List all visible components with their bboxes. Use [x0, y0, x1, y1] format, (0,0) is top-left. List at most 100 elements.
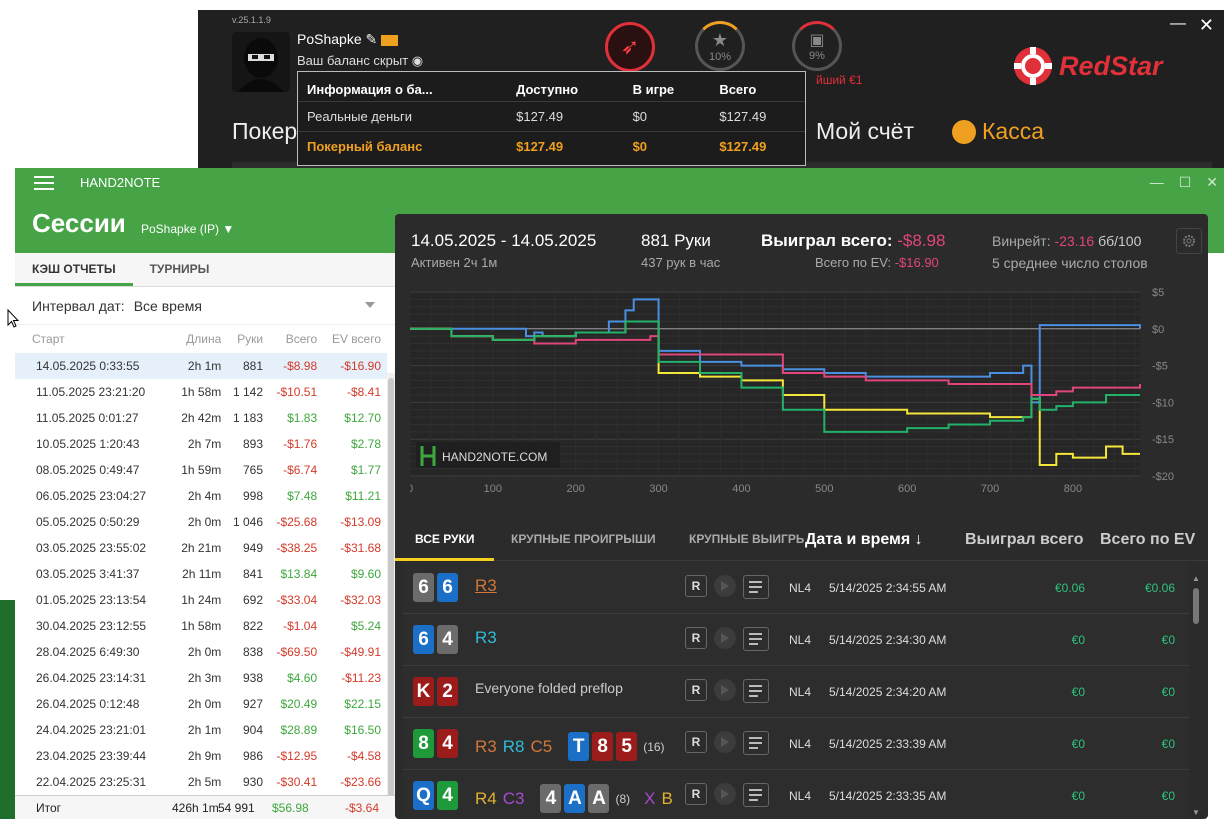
nav-account[interactable]: Мой счёт — [816, 118, 914, 145]
replay-button[interactable]: R — [685, 783, 707, 805]
pot-count: (16) — [643, 739, 665, 754]
action-label: R3 — [475, 628, 497, 647]
interval-label: Интервал дат: — [32, 297, 125, 314]
table-row[interactable]: 26.04.2025 0:12:48 2h 0m 927 $20.49 $22.15 — [15, 691, 387, 717]
table-row[interactable]: 05.05.2025 0:50:29 2h 0m 1 046 -$25.68 -$13.… — [15, 509, 387, 535]
play-icon[interactable] — [714, 679, 736, 701]
play-icon[interactable] — [714, 627, 736, 649]
hand-row[interactable]: 6 6 R3 R NL4 5/14/2025 2:34:55 AM €0.06 €0.06 — [403, 562, 1189, 614]
card: 5 — [616, 732, 638, 761]
maximize-icon[interactable]: ☐ — [1179, 174, 1192, 191]
x-tick-label: 700 — [981, 483, 999, 495]
hand-controls: R — [685, 783, 769, 807]
x-tick-label: 400 — [732, 483, 750, 495]
avatar[interactable] — [232, 32, 290, 92]
col-start[interactable]: Старт — [15, 325, 174, 353]
hand-row[interactable]: 6 4 R3 R NL4 5/14/2025 2:34:30 AM €0 €0 — [403, 614, 1189, 666]
balance-table: Информация о ба... Доступно В игре Всего… — [298, 78, 805, 161]
hand-history-icon[interactable] — [743, 783, 769, 807]
tab-big-wins[interactable]: КРУПНЫЕ ВЫИГРЫ — [689, 519, 804, 561]
col-in-game: В игре — [632, 81, 675, 97]
date-interval[interactable]: Интервал дат: Все время — [15, 287, 395, 325]
hand-row[interactable]: Q 4 R4 C3 4 A A (8) X B R NL4 5/14/2025 2:33:35 AM €0… — [403, 770, 1189, 819]
table-row[interactable]: 11.05.2025 0:01:27 2h 42m 1 183 $1.83 $12.70 — [15, 405, 387, 431]
balance-hidden-label: Ваш баланс скрыт ◉ — [297, 53, 424, 68]
scrollbar[interactable]: ▲ ▼ — [1192, 574, 1200, 819]
table-row[interactable]: 08.05.2025 0:49:47 1h 59m 765 -$6.74 $1.77 — [15, 457, 387, 483]
y-tick-label: $0 — [1152, 324, 1164, 336]
table-row[interactable]: 22.04.2025 23:25:31 2h 5m 930 -$30.41 -$23.6… — [15, 769, 387, 795]
nav-poker[interactable]: Покер — [232, 118, 297, 145]
rocket-icon[interactable]: ➶ — [605, 22, 655, 72]
chevron-down-icon: ▼ — [222, 222, 235, 236]
interval-value: Все время — [133, 297, 202, 314]
table-row[interactable]: 14.05.2025 0:33:55 2h 1m 881 -$8.98 -$16.90 — [15, 353, 387, 379]
table-row[interactable]: 30.04.2025 23:12:55 1h 58m 822 -$1.04 $5.24 — [15, 613, 387, 639]
minimize-icon[interactable]: — — [1170, 15, 1186, 33]
play-icon[interactable] — [714, 731, 736, 753]
tab-tournaments[interactable]: ТУРНИРЫ — [133, 253, 227, 286]
action-label: B — [661, 788, 673, 808]
col-won-total[interactable]: Выиграл всего — [965, 519, 1083, 561]
close-icon[interactable]: ✕ — [1206, 174, 1218, 191]
col-length[interactable]: Длина — [174, 325, 227, 353]
table-row[interactable]: 10.05.2025 1:20:43 2h 7m 893 -$1.76 $2.78 — [15, 431, 387, 457]
tab-all-hands[interactable]: ВСЕ РУКИ — [395, 519, 495, 561]
table-row[interactable]: 03.05.2025 3:41:37 2h 11m 841 $13.84 $9.60 — [15, 561, 387, 587]
hand-history-icon[interactable] — [743, 679, 769, 703]
table-row[interactable]: 01.05.2025 23:13:54 1h 24m 692 -$33.04 -$32.… — [15, 587, 387, 613]
window-controls: — ☐ ✕ — [1150, 174, 1218, 191]
gift-progress[interactable]: ▣ 9% — [792, 21, 842, 71]
player-selector[interactable]: PoShapke (IP) ▼ — [141, 222, 234, 236]
col-date-time[interactable]: Дата и время ↓ — [805, 519, 923, 561]
tab-cash-reports[interactable]: КЭШ ОТЧЕТЫ — [15, 253, 133, 286]
table-row[interactable]: 06.05.2025 23:04:27 2h 4m 998 $7.48 $11.21 — [15, 483, 387, 509]
gift-icon: ▣ — [809, 32, 825, 49]
table-row[interactable]: 03.05.2025 23:55:02 2h 21m 949 -$38.25 -$31.… — [15, 535, 387, 561]
tab-big-losses[interactable]: КРУПНЫЕ ПРОИГРЫШИ — [511, 519, 656, 561]
card: 4 — [437, 781, 458, 810]
replay-button[interactable]: R — [685, 731, 707, 753]
table-row[interactable]: 23.04.2025 23:39:44 2h 9m 986 -$12.95 -$4.58 — [15, 743, 387, 769]
hand-row[interactable]: K 2 Everyone folded preflop R NL4 5/14/2025 2… — [403, 666, 1189, 718]
replay-button[interactable]: R — [685, 627, 707, 649]
minimize-icon[interactable]: — — [1150, 174, 1164, 191]
hand-row[interactable]: 8 4 R3 R8 C5 T 8 5 (16) R NL4 5/14/2025 2:33:39 AM €… — [403, 718, 1189, 770]
winrate: Винрейт: -23.16 бб/100 — [992, 233, 1142, 249]
scrollbar[interactable] — [387, 373, 395, 813]
nav-cashier[interactable]: Касса — [952, 118, 1044, 145]
mail-icon[interactable] — [381, 34, 399, 46]
hand-ev: €0 — [1161, 633, 1175, 647]
table-row[interactable]: 26.04.2025 23:14:31 2h 3m 938 $4.60 -$11.23 — [15, 665, 387, 691]
card: 4 — [437, 625, 458, 654]
y-tick-label: $5 — [1152, 287, 1164, 299]
card: A — [588, 784, 610, 813]
hand-date: 5/14/2025 2:34:20 AM — [829, 685, 947, 699]
table-row[interactable]: 11.05.2025 23:21:20 1h 58m 1 142 -$10.51 -$8… — [15, 379, 387, 405]
settings-gear-icon[interactable] — [1176, 228, 1202, 254]
hand-history-icon[interactable] — [743, 575, 769, 599]
table-row[interactable]: 24.04.2025 23:21:01 2h 1m 904 $28.89 $16.50 — [15, 717, 387, 743]
star-progress[interactable]: ★ 10% — [695, 21, 745, 71]
x-tick-label: 200 — [567, 483, 585, 495]
eye-icon[interactable]: ◉ — [412, 53, 423, 68]
hands-per-hour: 437 рук в час — [641, 255, 721, 270]
close-icon[interactable]: ✕ — [1199, 15, 1214, 36]
replay-button[interactable]: R — [685, 679, 707, 701]
menu-icon[interactable] — [34, 172, 54, 194]
edit-pencil-icon[interactable]: ✎ — [366, 31, 378, 47]
play-icon[interactable] — [714, 783, 736, 805]
hand-history-icon[interactable] — [743, 627, 769, 651]
hand-history-icon[interactable] — [743, 731, 769, 755]
replay-button[interactable]: R — [685, 575, 707, 597]
col-ev-total[interactable]: Всего по EV — [1100, 519, 1195, 561]
hand-controls: R — [685, 627, 769, 651]
col-hands[interactable]: Руки — [227, 325, 269, 353]
hand-date: 5/14/2025 2:33:35 AM — [829, 789, 947, 803]
x-tick-label: 600 — [898, 483, 916, 495]
table-row[interactable]: 28.04.2025 6:49:30 2h 0m 838 -$69.50 -$49.91 — [15, 639, 387, 665]
col-ev-total[interactable]: EV всего — [323, 325, 387, 353]
play-icon[interactable] — [714, 575, 736, 597]
page-title: Сессии — [32, 208, 126, 238]
col-total[interactable]: Всего — [269, 325, 323, 353]
